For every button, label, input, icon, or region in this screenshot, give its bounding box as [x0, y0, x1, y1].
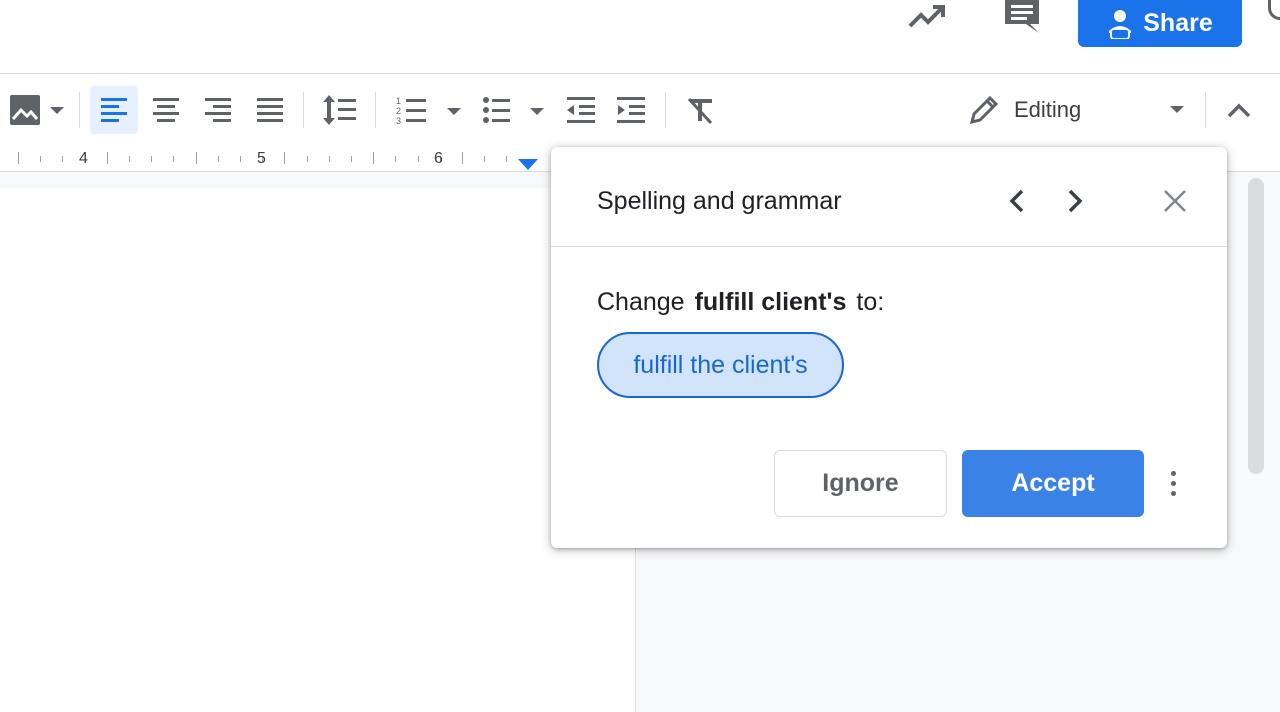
- bulleted-list-button[interactable]: [480, 86, 550, 134]
- ruler-tick: [506, 156, 507, 162]
- align-left-button[interactable]: [90, 86, 138, 134]
- previous-suggestion-button[interactable]: [997, 181, 1037, 221]
- suggestion-chip[interactable]: fulfill the client's: [597, 332, 844, 398]
- align-center-icon: [153, 98, 179, 122]
- align-center-button[interactable]: [142, 86, 190, 134]
- ruler-tick: [462, 152, 463, 164]
- share-lock-icon: [1109, 9, 1132, 39]
- bulleted-list-icon: [483, 97, 544, 123]
- ruler-tick: [240, 156, 241, 162]
- ruler-tick: [351, 156, 352, 162]
- numbered-list-button[interactable]: 123: [392, 86, 466, 134]
- change-suffix: to:: [856, 288, 885, 316]
- toolbar-separator: [665, 92, 666, 128]
- spelling-grammar-dialog: Spelling and grammar Change fulfill clie…: [551, 147, 1227, 548]
- align-right-icon: [205, 98, 231, 122]
- vertical-scrollbar[interactable]: [1248, 178, 1264, 474]
- decrease-indent-button[interactable]: [560, 86, 602, 134]
- toolbar-separator: [1205, 92, 1206, 128]
- chevron-up-icon: [1227, 103, 1251, 118]
- ignore-button[interactable]: Ignore: [774, 450, 947, 517]
- ruler-tick: [284, 152, 285, 164]
- accept-button[interactable]: Accept: [962, 450, 1144, 517]
- line-spacing-button[interactable]: [316, 86, 364, 134]
- right-indent-marker[interactable]: [517, 157, 539, 171]
- more-options-button[interactable]: [1158, 463, 1188, 503]
- ruler-tick: [129, 156, 130, 162]
- mode-label: Editing: [1014, 97, 1082, 122]
- pencil-icon: [969, 95, 999, 125]
- comment-icon[interactable]: [1000, 0, 1044, 34]
- toolbar-separator: [375, 92, 376, 128]
- clear-formatting-icon: [687, 97, 713, 125]
- change-prompt: Change fulfill client's to:: [597, 288, 884, 317]
- justify-button[interactable]: [246, 86, 294, 134]
- svg-text:1: 1: [396, 96, 401, 106]
- ruler-tick: [40, 156, 41, 162]
- document-page[interactable]: [0, 188, 636, 712]
- svg-text:2: 2: [396, 106, 401, 116]
- top-bar: Share: [0, 0, 1280, 74]
- collapse-toolbar-button[interactable]: [1218, 86, 1260, 134]
- toolbar-separator: [79, 92, 80, 128]
- share-label: Share: [1143, 9, 1213, 37]
- dialog-divider: [551, 246, 1227, 247]
- next-suggestion-button[interactable]: [1055, 181, 1095, 221]
- ruler-number: 6: [434, 150, 443, 167]
- ruler-tick: [329, 156, 330, 162]
- decrease-indent-icon: [567, 97, 595, 123]
- ruler-tick: [151, 156, 152, 162]
- close-icon: [1164, 190, 1186, 212]
- ruler-tick: [418, 156, 419, 162]
- ruler-number: 4: [79, 150, 88, 167]
- numbered-list-icon: 123: [396, 96, 461, 126]
- line-spacing-icon: [323, 95, 356, 125]
- ruler-tick: [395, 156, 396, 162]
- chevron-down-icon: [1170, 106, 1184, 113]
- insert-image-button[interactable]: [4, 86, 70, 134]
- ruler-tick: [373, 152, 374, 164]
- justify-icon: [257, 98, 283, 122]
- ruler-tick: [107, 152, 108, 164]
- increase-indent-button[interactable]: [610, 86, 652, 134]
- dialog-title: Spelling and grammar: [597, 187, 842, 215]
- ruler-tick: [173, 156, 174, 162]
- trending-up-icon[interactable]: [904, 0, 950, 34]
- account-edge-icon: [1268, 0, 1280, 20]
- ruler-number: 5: [257, 150, 266, 167]
- share-button[interactable]: Share: [1078, 0, 1242, 47]
- ruler-tick: [18, 152, 19, 164]
- toolbar-separator: [303, 92, 304, 128]
- flagged-text: fulfill client's: [694, 288, 847, 316]
- ruler-tick: [62, 156, 63, 162]
- svg-text:3: 3: [396, 116, 401, 126]
- increase-indent-icon: [617, 97, 645, 123]
- align-right-button[interactable]: [194, 86, 242, 134]
- ruler-tick: [307, 156, 308, 162]
- close-dialog-button[interactable]: [1155, 181, 1195, 221]
- clear-formatting-button[interactable]: [678, 86, 722, 134]
- ruler-tick: [218, 156, 219, 162]
- ruler-tick: [196, 152, 197, 164]
- more-vert-icon: [1170, 470, 1176, 496]
- ruler-tick: [484, 156, 485, 162]
- chevron-left-icon: [1009, 189, 1024, 213]
- change-prefix: Change: [597, 288, 685, 316]
- mode-selector[interactable]: Editing: [968, 86, 1198, 134]
- align-left-icon: [101, 98, 127, 122]
- document-gap: [0, 172, 640, 188]
- image-icon: [10, 95, 64, 125]
- chevron-right-icon: [1068, 189, 1083, 213]
